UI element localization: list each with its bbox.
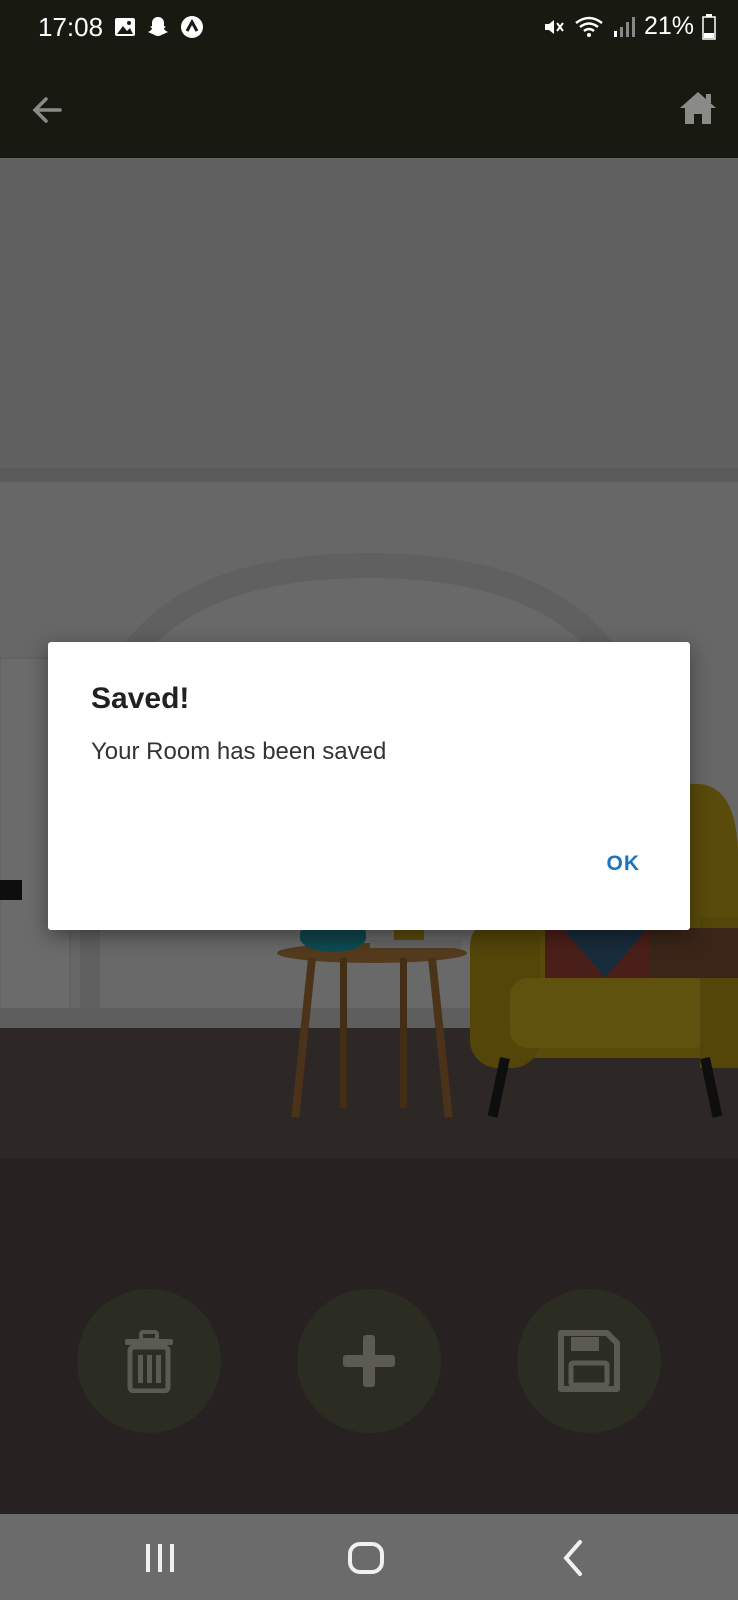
signal-icon bbox=[613, 16, 635, 37]
mute-icon bbox=[544, 19, 564, 34]
app-bar bbox=[0, 58, 738, 158]
recents-button[interactable] bbox=[138, 1536, 182, 1580]
floppy-disk-icon bbox=[558, 1330, 620, 1392]
back-button[interactable] bbox=[26, 88, 70, 132]
system-nav-bar bbox=[0, 1514, 738, 1600]
status-system-icons: 21% bbox=[542, 12, 716, 41]
home-circle-icon bbox=[348, 1542, 384, 1574]
save-button[interactable] bbox=[517, 1289, 661, 1433]
nav-home-button[interactable] bbox=[344, 1536, 388, 1580]
status-time: 17:08 bbox=[38, 12, 104, 42]
chevron-left-icon bbox=[563, 1540, 582, 1576]
home-icon bbox=[680, 92, 716, 124]
trash-icon bbox=[125, 1330, 173, 1393]
image-icon bbox=[115, 18, 135, 36]
arrow-left-icon bbox=[32, 97, 62, 123]
snapchat-icon bbox=[148, 17, 168, 36]
dialog-message: Your Room has been saved bbox=[91, 738, 387, 765]
delete-button[interactable] bbox=[77, 1289, 221, 1433]
status-bar: 17:08 21% bbox=[0, 0, 738, 58]
app-icon bbox=[181, 16, 203, 38]
battery-icon bbox=[702, 13, 716, 40]
add-button[interactable] bbox=[297, 1289, 441, 1433]
wifi-icon bbox=[575, 16, 603, 37]
plus-icon bbox=[343, 1335, 395, 1387]
recents-icon bbox=[146, 1544, 174, 1572]
ok-button[interactable]: OK bbox=[607, 852, 641, 876]
saved-dialog: Saved! Your Room has been saved OK bbox=[48, 642, 690, 930]
dialog-title: Saved! bbox=[91, 682, 190, 715]
battery-percentage: 21% bbox=[643, 12, 694, 40]
nav-back-button[interactable] bbox=[552, 1536, 596, 1580]
home-button[interactable] bbox=[676, 86, 720, 130]
status-notification-icons bbox=[114, 14, 204, 40]
